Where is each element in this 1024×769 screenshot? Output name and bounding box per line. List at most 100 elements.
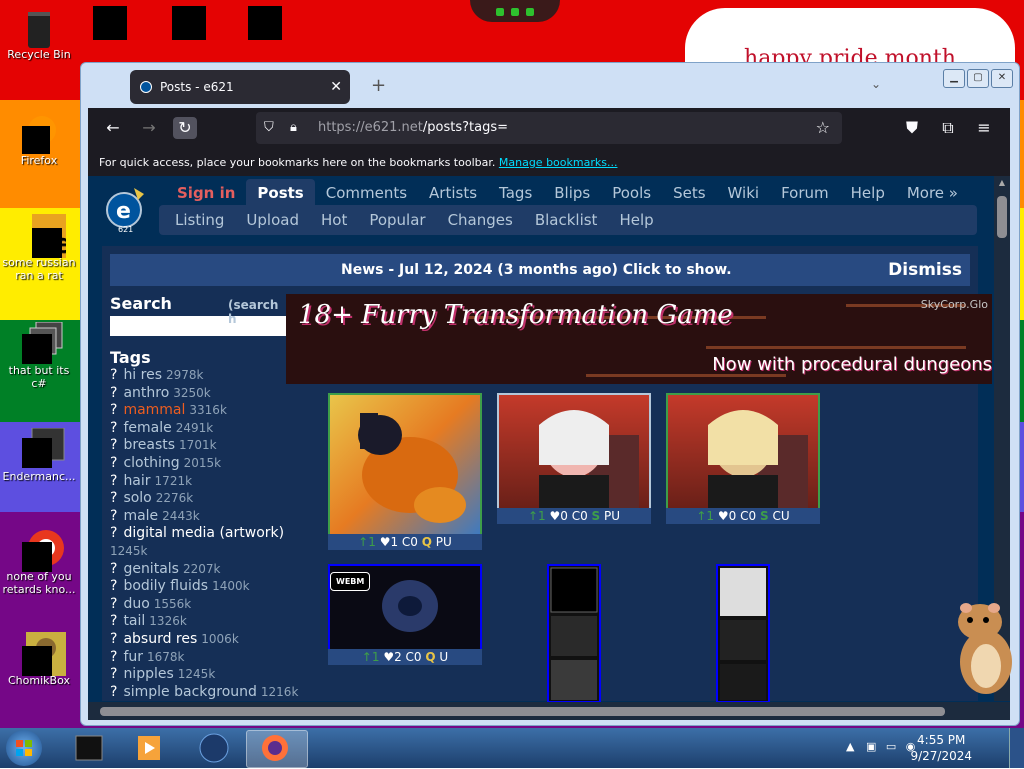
taskbar-firefox[interactable]	[246, 730, 308, 768]
tag-name-link[interactable]: fur	[123, 649, 143, 665]
subnav-upload[interactable]: Upload	[235, 205, 310, 235]
post-image[interactable]: WEBM	[328, 564, 482, 649]
tag-wiki-link[interactable]: ?	[110, 385, 117, 401]
post-thumbnail[interactable]: ↑1 ♥1 C0 Q PU	[328, 393, 482, 550]
tag-wiki-link[interactable]: ?	[110, 578, 117, 594]
news-text[interactable]: News - Jul 12, 2024 (3 months ago) Click…	[341, 254, 732, 286]
nav-wiki[interactable]: Wiki	[717, 179, 771, 207]
tag-wiki-link[interactable]: ?	[110, 508, 117, 524]
horizontal-scrollbar[interactable]	[88, 702, 1010, 720]
tag-name-link[interactable]: anthro	[123, 385, 169, 401]
advertisement-banner[interactable]: 18+ Furry Transformation Game Now with p…	[286, 294, 992, 384]
maximize-button[interactable]: ▢	[967, 69, 989, 88]
desktop-icon-hidden-3[interactable]	[248, 6, 282, 40]
news-banner[interactable]: News - Jul 12, 2024 (3 months ago) Click…	[110, 254, 970, 286]
nav-comments[interactable]: Comments	[315, 179, 418, 207]
desktop-icon-endermanc[interactable]: Endermanc...	[1, 427, 77, 483]
forward-button[interactable]: →	[137, 117, 161, 139]
reload-button[interactable]: ↻	[173, 117, 197, 139]
subnav-blacklist[interactable]: Blacklist	[524, 205, 609, 235]
desktop-icon-firefox[interactable]: Firefox	[1, 112, 77, 167]
desktop-icon-none-of-you[interactable]: none of you retards kno...	[1, 528, 77, 596]
taskbar-globe-app[interactable]	[184, 730, 244, 766]
tag-name-link[interactable]: female	[123, 420, 171, 436]
tag-name-link[interactable]: nipples	[123, 666, 173, 682]
post-thumbnail[interactable]: ↑1 ♥0 C0 S PU	[497, 393, 651, 524]
nav-more[interactable]: More »	[896, 179, 969, 207]
post-thumbnail[interactable]: ↑1 ♥0 C0 S CU	[666, 393, 820, 524]
tag-wiki-link[interactable]: ?	[110, 367, 117, 383]
nav-blips[interactable]: Blips	[543, 179, 601, 207]
desktop-icon-recycle-bin[interactable]: Recycle Bin	[1, 6, 77, 61]
menu-hamburger-icon[interactable]: ≡	[972, 117, 996, 139]
nav-sign-in[interactable]: Sign in	[166, 179, 246, 207]
taskbar-cube-app[interactable]	[60, 730, 120, 766]
list-tabs-chevron-icon[interactable]: ⌄	[871, 77, 881, 91]
nav-help[interactable]: Help	[840, 179, 896, 207]
tag-wiki-link[interactable]: ?	[110, 631, 117, 647]
tag-wiki-link[interactable]: ?	[110, 490, 117, 506]
lock-icon[interactable]: 🔒︎	[290, 112, 297, 144]
tag-name-link[interactable]: tail	[123, 613, 145, 629]
minimize-button[interactable]: ▁	[943, 69, 965, 88]
tag-name-link[interactable]: male	[123, 508, 158, 524]
bookmark-star-icon[interactable]: ☆	[816, 112, 830, 144]
network-icon[interactable]: ▭	[886, 740, 896, 753]
new-tab-button[interactable]: +	[371, 75, 386, 96]
tag-name-link[interactable]: hi res	[123, 367, 162, 383]
tag-wiki-link[interactable]: ?	[110, 649, 117, 665]
tag-name-link[interactable]: solo	[123, 490, 151, 506]
tag-name-link[interactable]: clothing	[123, 455, 179, 471]
post-image[interactable]	[497, 393, 651, 508]
tag-name-link[interactable]: mammal	[123, 402, 185, 418]
subnav-help[interactable]: Help	[608, 205, 664, 235]
tag-wiki-link[interactable]: ?	[110, 420, 117, 436]
url-bar[interactable]: ⛉ 🔒︎ https://e621.net/posts?tags= ☆	[256, 112, 842, 144]
tag-name-link[interactable]: absurd res	[123, 631, 197, 647]
clock[interactable]: 4:55 PM 9/27/2024	[910, 732, 972, 764]
back-button[interactable]: ←	[101, 117, 125, 139]
taskbar-media-player[interactable]	[120, 730, 180, 766]
post-image[interactable]	[547, 564, 601, 703]
start-button[interactable]	[6, 730, 42, 766]
subnav-changes[interactable]: Changes	[437, 205, 524, 235]
tag-wiki-link[interactable]: ?	[110, 561, 117, 577]
tag-name-link[interactable]: breasts	[123, 437, 175, 453]
nav-posts[interactable]: Posts	[246, 179, 315, 207]
nav-sets[interactable]: Sets	[662, 179, 716, 207]
search-help-link[interactable]: (search h	[228, 298, 290, 326]
tag-name-link[interactable]: bodily fluids	[123, 578, 208, 594]
tag-wiki-link[interactable]: ?	[110, 666, 117, 682]
e621-logo-icon[interactable]: e 621	[104, 182, 150, 236]
dismiss-button[interactable]: Dismiss	[888, 254, 962, 286]
pocket-icon[interactable]: ⛊	[900, 117, 924, 139]
desktop-icon-hidden-1[interactable]	[93, 6, 127, 40]
post-image[interactable]	[666, 393, 820, 508]
post-image[interactable]	[716, 564, 770, 703]
tag-wiki-link[interactable]: ?	[110, 437, 117, 453]
tag-wiki-link[interactable]: ?	[110, 596, 117, 612]
show-hidden-icons-icon[interactable]: ▲	[846, 740, 854, 753]
tag-name-link[interactable]: simple background	[123, 684, 256, 700]
close-window-button[interactable]: ✕	[991, 69, 1013, 88]
tag-name-link[interactable]: genitals	[123, 561, 179, 577]
extensions-icon[interactable]: ⧉	[936, 117, 960, 139]
nav-tags[interactable]: Tags	[488, 179, 543, 207]
post-thumbnail[interactable]	[716, 564, 770, 703]
desktop-icon-some-russian[interactable]: e some russian ran a rat	[1, 214, 77, 282]
tag-name-link[interactable]: duo	[123, 596, 149, 612]
post-thumbnail[interactable]	[547, 564, 601, 703]
nav-pools[interactable]: Pools	[601, 179, 662, 207]
tag-wiki-link[interactable]: ?	[110, 455, 117, 471]
tag-name-link[interactable]: hair	[123, 473, 150, 489]
tab-close-button[interactable]: ✕	[330, 70, 342, 104]
tag-wiki-link[interactable]: ?	[110, 402, 117, 418]
post-thumbnail[interactable]: WEBM ↑1 ♥2 C0 Q U	[328, 564, 482, 665]
post-image[interactable]	[328, 393, 482, 534]
hamster-pet-image[interactable]	[950, 600, 1016, 696]
tag-wiki-link[interactable]: ?	[110, 473, 117, 489]
nav-forum[interactable]: Forum	[770, 179, 840, 207]
tag-wiki-link[interactable]: ?	[110, 525, 117, 541]
subnav-popular[interactable]: Popular	[358, 205, 436, 235]
nav-artists[interactable]: Artists	[418, 179, 488, 207]
